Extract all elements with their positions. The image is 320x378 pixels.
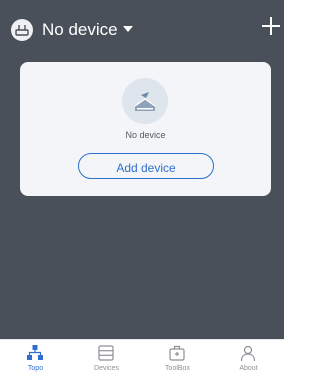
app-window: No device No device Add device Topo Devi…	[0, 0, 284, 378]
router-placeholder-icon	[122, 78, 168, 124]
person-icon	[239, 344, 257, 362]
tab-topo[interactable]: Topo	[0, 340, 71, 378]
devices-icon	[97, 344, 115, 362]
tab-label: ToolBox	[165, 365, 190, 372]
caret-down-icon	[122, 26, 133, 32]
tab-about[interactable]: About	[213, 340, 284, 378]
tab-label: About	[239, 365, 258, 372]
no-device-text: No device	[125, 130, 166, 140]
device-title: No device	[42, 20, 118, 39]
add-device-button[interactable]: Add device	[78, 153, 214, 179]
tab-devices[interactable]: Devices	[71, 340, 142, 378]
no-device-card: No device Add device	[20, 62, 271, 196]
main-area: No device No device Add device	[0, 0, 284, 339]
header: No device	[0, 14, 284, 46]
tab-label: Devices	[94, 365, 119, 372]
toolbox-icon	[168, 344, 186, 362]
device-selector[interactable]: No device	[42, 20, 133, 40]
topology-icon	[26, 344, 44, 362]
tab-bar: Topo Devices ToolBox About	[0, 339, 284, 378]
tab-label: Topo	[27, 365, 44, 372]
plus-icon[interactable]	[262, 17, 280, 35]
tab-toolbox[interactable]: ToolBox	[142, 340, 213, 378]
router-icon[interactable]	[11, 19, 33, 41]
